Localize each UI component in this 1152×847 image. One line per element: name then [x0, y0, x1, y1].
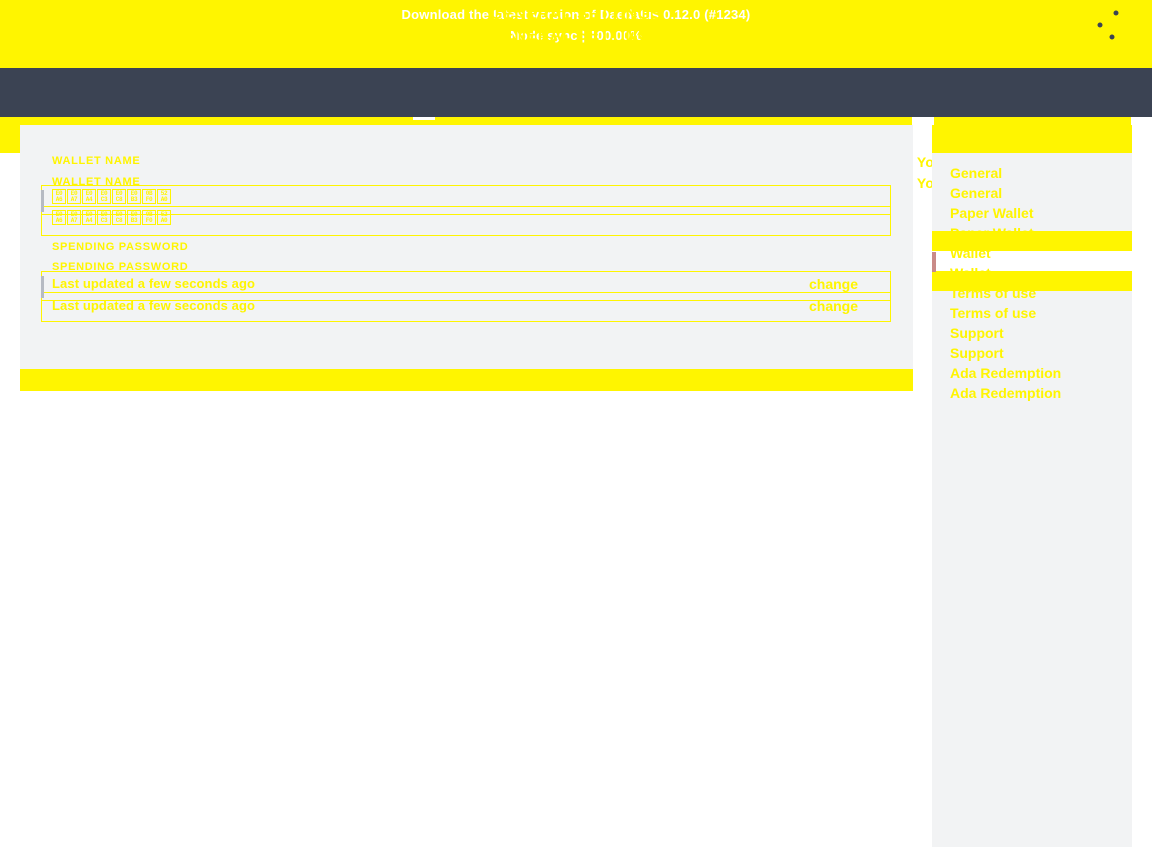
sidebar-item-terms-of-use[interactable]: Terms of use	[932, 303, 1132, 323]
sidebar-item-label: Support	[950, 345, 1004, 361]
last-updated-text-ghost: Last updated a few seconds ago	[52, 298, 256, 313]
spending-password-caret	[41, 276, 44, 298]
settings-tab-underline	[1052, 49, 1130, 59]
sidebar-item-wallet[interactable]: Wallet	[932, 243, 1132, 263]
sidebar-item-general[interactable]: General	[932, 183, 1132, 203]
sidebar-item-terms-of-use[interactable]: Terms of use	[932, 283, 1132, 303]
missing-glyph-box: E0 C8	[112, 210, 126, 225]
missing-glyph-box: E0 A4	[82, 189, 96, 204]
sidebar-item-support[interactable]: Support	[932, 323, 1132, 343]
content-bottom-bar	[20, 369, 913, 391]
missing-glyph-box: E0 A6	[52, 210, 66, 225]
sidebar-item-label: Paper Wallet	[950, 205, 1034, 221]
missing-glyph-box: E0 C3	[97, 210, 111, 225]
missing-glyph-box: E0 C3	[97, 189, 111, 204]
change-password-link-ghost[interactable]: change	[809, 298, 858, 314]
missing-glyph-box: E0 A7	[67, 210, 81, 225]
sidebar-item-ada-redemption[interactable]: Ada Redemption	[932, 363, 1132, 383]
last-updated-text: Last updated a few seconds ago	[52, 276, 256, 291]
change-password-link[interactable]: change	[809, 276, 858, 292]
sidebar-item-support[interactable]: Support	[932, 343, 1132, 363]
wallet-name-label: WALLET NAME	[52, 155, 141, 167]
daedalus-chevron-logo-icon	[22, 2, 62, 48]
app-topbar	[0, 68, 1152, 117]
sidebar-item-label: Wallet	[950, 245, 991, 261]
missing-glyph-box: E0 C8	[112, 189, 126, 204]
sidebar-item-label: Paper Wallet	[950, 225, 1034, 241]
missing-glyph-box: E0 B3	[127, 189, 141, 204]
missing-glyph-box: E0 A4	[82, 210, 96, 225]
settings-content-panel	[20, 125, 913, 390]
wallet-name-value: E0 A6 E0 A7 E0 A4 E0 C3 E0 C8 E0 B3 0B F0 52 A0	[52, 189, 171, 204]
sidebar-item-label: General	[950, 165, 1003, 181]
sidebar-item-label: Terms of use	[950, 305, 1037, 321]
news-banner-line-2: Node sync | 100.00%	[510, 28, 642, 43]
missing-glyph-box: 0B F0	[142, 210, 156, 225]
news-banner: Download the latest version of Daedalus …	[0, 0, 1152, 68]
missing-glyph-box: 52 A0	[157, 210, 171, 225]
sidebar-item-ada-redemption[interactable]: Ada Redemption	[932, 383, 1132, 403]
strip-tick	[413, 117, 435, 120]
sidebar-item-label: General	[950, 185, 1003, 201]
spending-password-label: SPENDING PASSWORD	[52, 241, 189, 253]
sidebar-item-label: Support	[950, 325, 1004, 341]
wallet-name-caret	[41, 190, 44, 212]
missing-glyph-box: E0 A6	[52, 189, 66, 204]
sidebar-item-label: Wallet	[950, 265, 991, 281]
missing-glyph-box: E0 A7	[67, 189, 81, 204]
wallet-name-value-ghost: E0 A6 E0 A7 E0 A4 E0 C3 E0 C8 E0 B3 0B F0 52 A0	[52, 210, 171, 225]
missing-glyph-box: E0 B3	[127, 210, 141, 225]
sidebar-item-label: Ada Redemption	[950, 385, 1062, 401]
missing-glyph-box: 0B F0	[142, 189, 156, 204]
strip-notch-left	[912, 117, 934, 153]
sidebar-item-label: Terms of use	[950, 285, 1037, 301]
sidebar-item-paper-wallet[interactable]: Paper Wallet	[932, 223, 1132, 243]
sidebar-item-wallet[interactable]: Wallet	[932, 263, 1132, 283]
news-banner-line-1: Download the latest version of Daedalus …	[401, 7, 751, 22]
wallets-icon[interactable]	[998, 2, 1060, 47]
sidebar-item-label: Ada Redemption	[950, 365, 1062, 381]
settings-sliders-icon[interactable]	[1086, 6, 1130, 44]
strip-notch-right	[1131, 117, 1152, 153]
sidebar-top-strip	[932, 125, 1132, 153]
missing-glyph-box: 52 A0	[157, 189, 171, 204]
sidebar-item-paper-wallet[interactable]: Paper Wallet	[932, 203, 1132, 223]
sidebar-item-general[interactable]: General	[932, 163, 1132, 183]
